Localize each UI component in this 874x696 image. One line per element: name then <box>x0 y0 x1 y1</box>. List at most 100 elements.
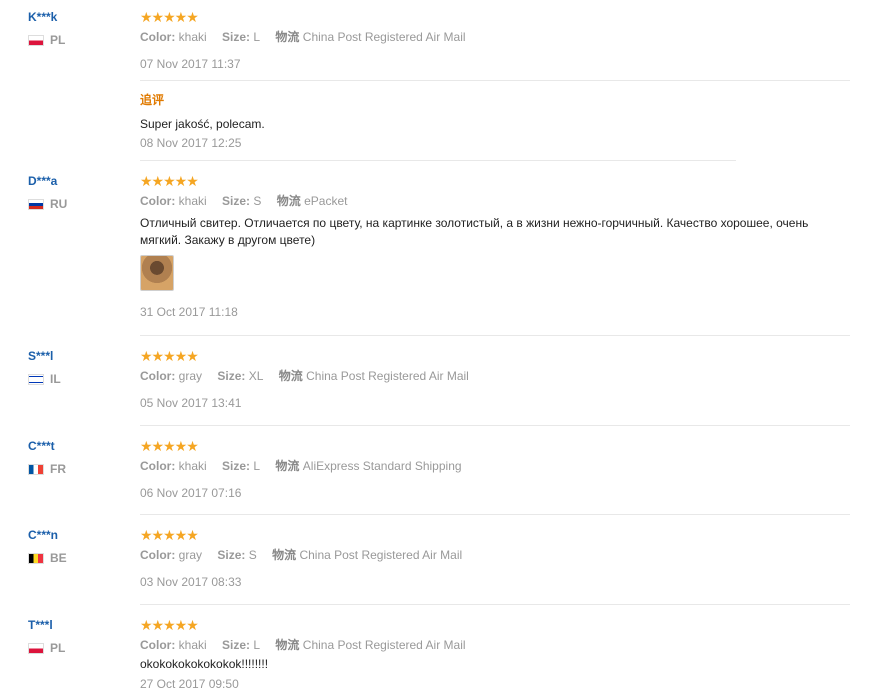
poland-flag-icon <box>28 34 44 46</box>
review-content: ★★★★★ Color: khaki Size: L 物流 AliExpress… <box>140 439 850 500</box>
order-attributes: Color: khaki Size: S 物流 ePacket <box>140 194 850 208</box>
shipping-label: 物流 <box>275 30 300 44</box>
star-rating: ★★★★★ <box>140 348 199 364</box>
color-label: Color: <box>140 548 176 562</box>
country-code: PL <box>50 33 66 47</box>
review-date: 05 Nov 2017 13:41 <box>140 396 242 410</box>
shipping-value: China Post Registered Air Mail <box>306 369 469 383</box>
review-content: ★★★★★ Color: khaki Size: S 物流 ePacket От… <box>140 174 850 319</box>
color-value: khaki <box>178 30 207 44</box>
size-value: S <box>248 548 257 562</box>
color-value: gray <box>178 548 203 562</box>
reviewer-country: PL <box>28 33 65 47</box>
belgium-flag-icon <box>28 552 44 564</box>
review-date: 27 Oct 2017 09:50 <box>140 677 239 691</box>
divider <box>140 604 850 605</box>
order-attributes: Color: khaki Size: L 物流 China Post Regis… <box>140 638 850 652</box>
size-label: Size: <box>217 548 246 562</box>
color-value: khaki <box>178 459 207 473</box>
review-text: Отличный свитер. Отличается по цвету, на… <box>140 216 809 247</box>
reviewer-name[interactable]: C***t <box>28 439 66 453</box>
country-code: RU <box>50 197 68 211</box>
size-label: Size: <box>217 369 246 383</box>
reviewer-name[interactable]: T***l <box>28 618 65 632</box>
review-photo-thumbnail[interactable] <box>140 255 174 291</box>
order-attributes: Color: gray Size: S 物流 China Post Regist… <box>140 548 850 562</box>
color-value: khaki <box>178 194 207 208</box>
israel-flag-icon <box>28 373 44 385</box>
russia-flag-icon <box>28 198 44 210</box>
reviewer-country: RU <box>28 197 67 211</box>
order-attributes: Color: khaki Size: L 物流 AliExpress Stand… <box>140 459 850 473</box>
country-code: BE <box>50 551 67 565</box>
additional-feedback-text: Super jakość, polecam. <box>140 117 265 131</box>
size-label: Size: <box>222 638 251 652</box>
color-label: Color: <box>140 459 176 473</box>
size-value: L <box>253 638 261 652</box>
shipping-value: AliExpress Standard Shipping <box>302 459 462 473</box>
review-content: ★★★★★ Color: khaki Size: L 物流 China Post… <box>140 10 850 71</box>
size-value: XL <box>248 369 264 383</box>
reviewer-name[interactable]: D***a <box>28 174 67 188</box>
review-date: 07 Nov 2017 11:37 <box>140 57 241 71</box>
review-content: ★★★★★ Color: gray Size: XL 物流 China Post… <box>140 349 850 410</box>
france-flag-icon <box>28 463 44 475</box>
size-value: S <box>253 194 262 208</box>
color-label: Color: <box>140 194 176 208</box>
star-rating: ★★★★★ <box>140 173 199 189</box>
reviewer-info: T***l PL <box>28 618 65 655</box>
shipping-label: 物流 <box>272 548 297 562</box>
reviewer-name[interactable]: S***l <box>28 349 61 363</box>
order-attributes: Color: khaki Size: L 物流 China Post Regis… <box>140 30 850 44</box>
reviewer-country: BE <box>28 551 67 565</box>
size-value: L <box>253 30 261 44</box>
country-code: FR <box>50 462 66 476</box>
review-date: 06 Nov 2017 07:16 <box>140 486 242 500</box>
reviewer-name[interactable]: C***n <box>28 528 67 542</box>
review-date: 03 Nov 2017 08:33 <box>140 575 242 589</box>
shipping-label: 物流 <box>275 638 300 652</box>
reviewer-info: S***l IL <box>28 349 61 386</box>
color-value: gray <box>178 369 203 383</box>
shipping-value: China Post Registered Air Mail <box>302 30 466 44</box>
reviewer-country: IL <box>28 372 61 386</box>
star-rating: ★★★★★ <box>140 9 199 25</box>
shipping-label: 物流 <box>275 459 300 473</box>
size-label: Size: <box>222 194 251 208</box>
shipping-label: 物流 <box>278 369 303 383</box>
reviewer-country: PL <box>28 641 65 655</box>
shipping-label: 物流 <box>276 194 301 208</box>
star-rating: ★★★★★ <box>140 438 199 454</box>
color-label: Color: <box>140 638 176 652</box>
reviewer-info: C***n BE <box>28 528 67 565</box>
shipping-value: China Post Registered Air Mail <box>299 548 463 562</box>
color-label: Color: <box>140 369 176 383</box>
size-label: Size: <box>222 30 251 44</box>
poland-flag-icon <box>28 642 44 654</box>
divider <box>140 160 736 161</box>
additional-feedback-title: 追评 <box>140 93 165 107</box>
reviewer-info: C***t FR <box>28 439 66 476</box>
additional-feedback-date: 08 Nov 2017 12:25 <box>140 136 242 150</box>
reviewer-name[interactable]: K***k <box>28 10 65 24</box>
shipping-value: China Post Registered Air Mail <box>302 638 466 652</box>
order-attributes: Color: gray Size: XL 物流 China Post Regis… <box>140 369 850 383</box>
star-rating: ★★★★★ <box>140 527 199 543</box>
divider <box>140 425 850 426</box>
size-value: L <box>253 459 261 473</box>
country-code: IL <box>50 372 61 386</box>
divider <box>140 514 850 515</box>
color-value: khaki <box>178 638 207 652</box>
review-date: 31 Oct 2017 11:18 <box>140 305 238 319</box>
star-rating: ★★★★★ <box>140 617 199 633</box>
divider <box>140 335 850 336</box>
country-code: PL <box>50 641 66 655</box>
reviewer-info: K***k PL <box>28 10 65 47</box>
size-label: Size: <box>222 459 251 473</box>
reviewer-country: FR <box>28 462 66 476</box>
shipping-value: ePacket <box>304 194 348 208</box>
divider <box>140 80 850 81</box>
review-content: ★★★★★ Color: khaki Size: L 物流 China Post… <box>140 618 850 691</box>
reviewer-info: D***a RU <box>28 174 67 211</box>
review-text: okokokokokokokok!!!!!!!! <box>140 657 269 671</box>
